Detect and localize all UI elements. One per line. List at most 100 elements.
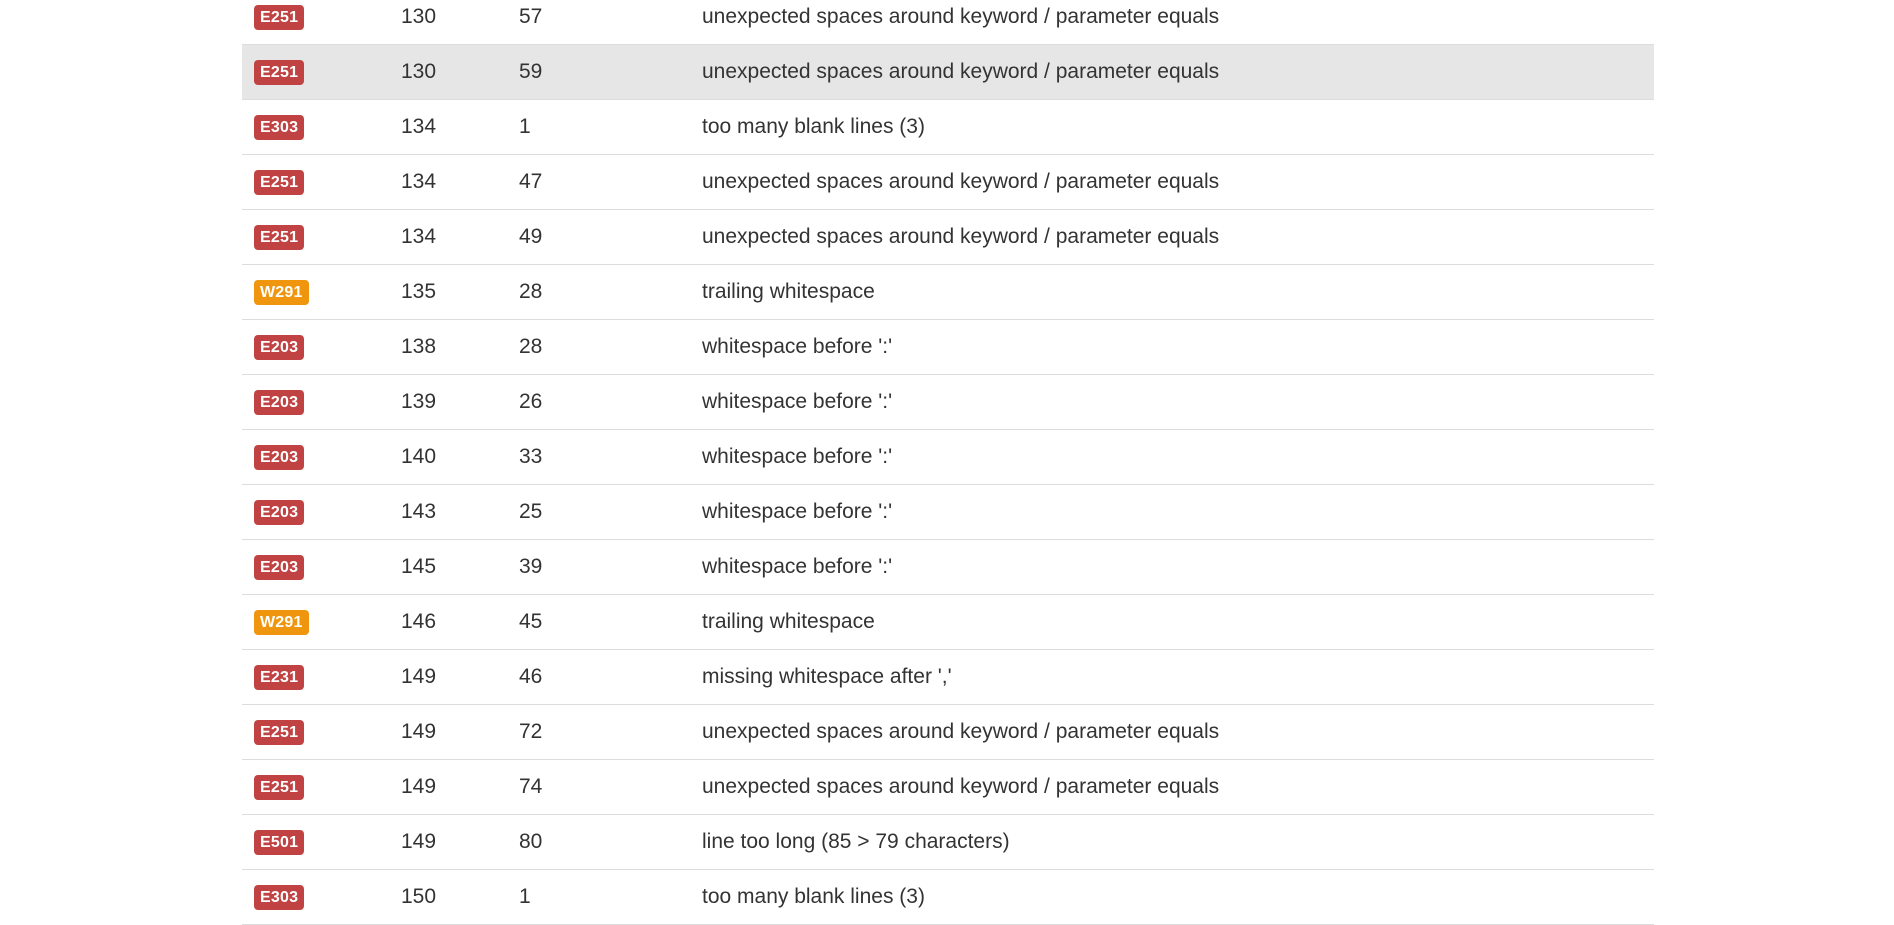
message-text: whitespace before ':' [702,500,893,523]
table-row[interactable]: E251 130 59 unexpected spaces around keywor… [242,45,1654,100]
column-number: 33 [519,445,543,468]
table-row[interactable]: W291 135 28 trailing whitespace [242,265,1654,320]
error-code-badge: E501 [254,829,305,855]
lint-results-table: E251 130 57 unexpected spaces around keywor… [242,0,1654,925]
column-number: 47 [519,170,543,193]
message-text: unexpected spaces around keyword / param… [702,720,1220,743]
warning-code-badge: W291 [254,609,309,635]
code-cell: E203 [242,554,401,580]
table-row[interactable]: E203 145 39 whitespace before ':' [242,540,1654,595]
code-cell: E251 [242,719,401,745]
table-row[interactable]: E501 149 80 line too long (85 > 79 characte… [242,815,1654,870]
error-code-badge: E203 [254,554,305,580]
table-row[interactable]: E251 134 47 unexpected spaces around keywor… [242,155,1654,210]
line-number: 138 [401,335,437,358]
line-number: 146 [401,610,437,633]
code-cell: E251 [242,169,401,195]
table-row[interactable]: E231 149 46 missing whitespace after ',' [242,650,1654,705]
table-row[interactable]: E303 150 1 too many blank lines (3) [242,870,1654,925]
table-row[interactable]: W291 146 45 trailing whitespace [242,595,1654,650]
code-cell: E251 [242,224,401,250]
message-text: unexpected spaces around keyword / param… [702,225,1220,248]
table-row[interactable]: E203 138 28 whitespace before ':' [242,320,1654,375]
message-text: whitespace before ':' [702,555,893,578]
column-number: 74 [519,775,543,798]
column-number: 57 [519,5,543,28]
message-text: line too long (85 > 79 characters) [702,830,1010,853]
line-number: 145 [401,555,437,578]
code-cell: E203 [242,444,401,470]
line-number: 130 [401,60,437,83]
table-row[interactable]: E251 149 72 unexpected spaces around keywor… [242,705,1654,760]
line-number: 143 [401,500,437,523]
line-number: 135 [401,280,437,303]
message-text: trailing whitespace [702,610,875,633]
line-number: 134 [401,170,437,193]
error-code-badge: E303 [254,114,305,140]
table-row[interactable]: E251 130 57 unexpected spaces around keywor… [242,0,1654,45]
table-row[interactable]: E203 139 26 whitespace before ':' [242,375,1654,430]
error-code-badge: E203 [254,444,305,470]
column-number: 59 [519,60,543,83]
code-cell: W291 [242,609,401,635]
column-number: 72 [519,720,543,743]
code-cell: E203 [242,499,401,525]
message-text: whitespace before ':' [702,445,893,468]
message-text: unexpected spaces around keyword / param… [702,170,1220,193]
code-cell: E231 [242,664,401,690]
error-code-badge: E203 [254,499,305,525]
code-cell: E303 [242,884,401,910]
message-text: too many blank lines (3) [702,885,925,908]
column-number: 28 [519,335,543,358]
column-number: 39 [519,555,543,578]
message-text: whitespace before ':' [702,335,893,358]
table-row[interactable]: E203 140 33 whitespace before ':' [242,430,1654,485]
line-number: 149 [401,830,437,853]
message-text: unexpected spaces around keyword / param… [702,775,1220,798]
error-code-badge: E231 [254,664,305,690]
column-number: 1 [519,115,531,138]
line-number: 149 [401,775,437,798]
error-code-badge: E251 [254,224,305,250]
table-row[interactable]: E251 134 49 unexpected spaces around keywor… [242,210,1654,265]
column-number: 25 [519,500,543,523]
error-code-badge: E203 [254,389,305,415]
message-text: whitespace before ':' [702,390,893,413]
error-code-badge: E251 [254,719,305,745]
table-row[interactable]: E251 149 74 unexpected spaces around keywor… [242,760,1654,815]
error-code-badge: E203 [254,334,305,360]
code-cell: W291 [242,279,401,305]
line-number: 130 [401,5,437,28]
error-code-badge: E251 [254,169,305,195]
message-text: missing whitespace after ',' [702,665,952,688]
error-code-badge: E251 [254,4,305,30]
message-text: trailing whitespace [702,280,875,303]
table-row[interactable]: E303 134 1 too many blank lines (3) [242,100,1654,155]
code-cell: E303 [242,114,401,140]
warning-code-badge: W291 [254,279,309,305]
code-cell: E251 [242,774,401,800]
line-number: 139 [401,390,437,413]
message-text: unexpected spaces around keyword / param… [702,60,1220,83]
line-number: 140 [401,445,437,468]
error-code-badge: E251 [254,59,305,85]
line-number: 149 [401,665,437,688]
line-number: 150 [401,885,437,908]
table-body: E251 130 57 unexpected spaces around keywor… [242,0,1654,925]
code-cell: E203 [242,334,401,360]
column-number: 45 [519,610,543,633]
code-cell: E501 [242,829,401,855]
code-cell: E251 [242,59,401,85]
error-code-badge: E303 [254,884,305,910]
column-number: 26 [519,390,543,413]
line-number: 134 [401,115,437,138]
line-number: 149 [401,720,437,743]
line-number: 134 [401,225,437,248]
code-cell: E203 [242,389,401,415]
message-text: unexpected spaces around keyword / param… [702,5,1220,28]
column-number: 46 [519,665,543,688]
table-row[interactable]: E203 143 25 whitespace before ':' [242,485,1654,540]
error-code-badge: E251 [254,774,305,800]
column-number: 49 [519,225,543,248]
code-cell: E251 [242,4,401,30]
